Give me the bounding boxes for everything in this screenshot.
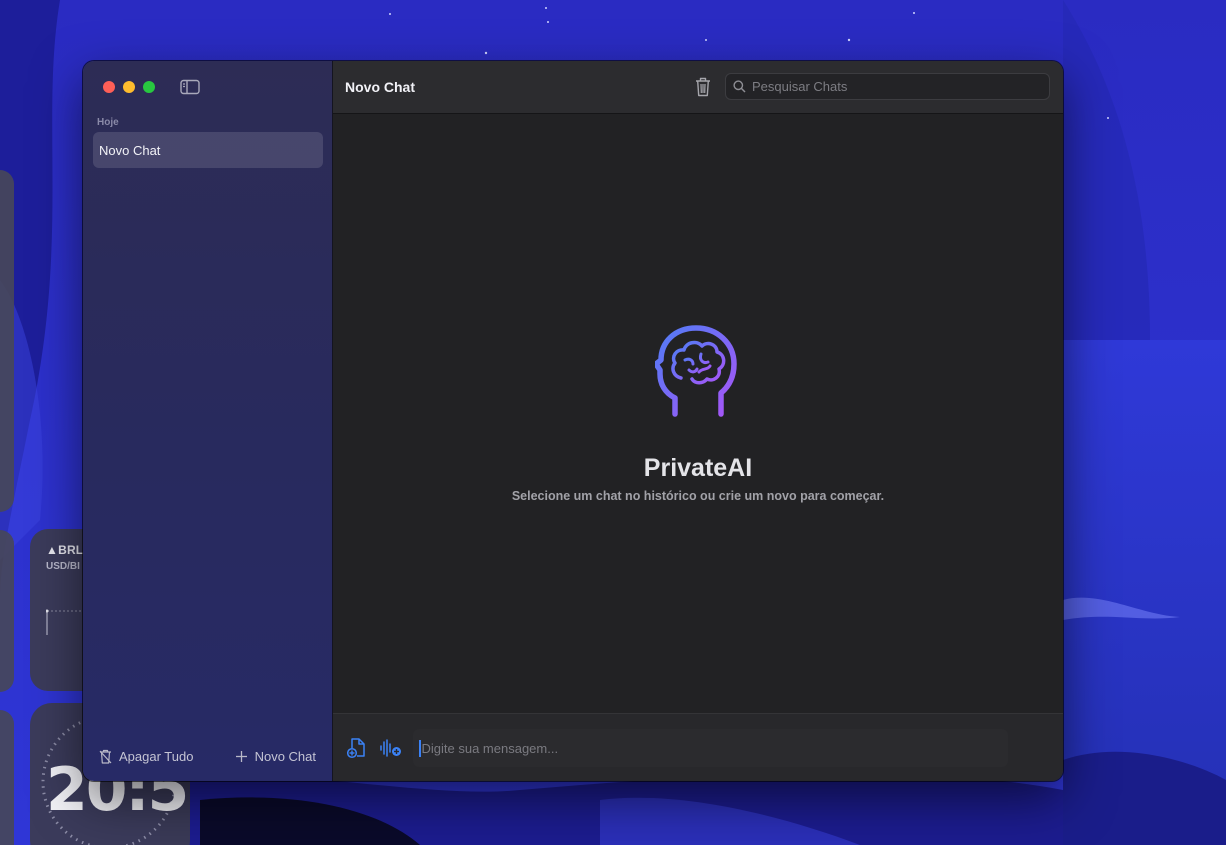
chat-list-item[interactable]: Novo Chat	[93, 132, 323, 168]
message-input[interactable]	[421, 740, 982, 756]
delete-chat-icon[interactable]	[694, 76, 712, 98]
sidebar-toggle-icon[interactable]	[180, 79, 200, 95]
empty-state: PrivateAI Selecione um chat no histórico…	[333, 114, 1063, 713]
desktop-widget-edge	[0, 170, 14, 512]
desktop-widget-edge	[0, 710, 14, 845]
sidebar: Hoje Novo Chat Apagar Tudo Novo Chat	[83, 61, 333, 781]
search-icon	[733, 80, 746, 93]
window-controls	[103, 81, 155, 93]
new-chat-button[interactable]: Novo Chat	[235, 749, 316, 764]
attach-document-icon[interactable]	[347, 737, 367, 759]
sidebar-footer: Apagar Tudo Novo Chat	[83, 745, 332, 767]
search-input[interactable]	[752, 79, 1032, 94]
brain-head-icon	[655, 325, 737, 417]
delete-all-button[interactable]: Apagar Tudo	[99, 749, 193, 764]
text-caret	[419, 739, 421, 757]
zoom-window-button[interactable]	[143, 81, 155, 93]
minimize-window-button[interactable]	[123, 81, 135, 93]
chat-title: Novo Chat	[345, 79, 415, 95]
app-window: Hoje Novo Chat Apagar Tudo Novo Chat Nov…	[83, 61, 1063, 781]
plus-icon	[235, 750, 247, 762]
close-window-button[interactable]	[103, 81, 115, 93]
trash-slash-icon	[99, 749, 112, 764]
stock-sparkline	[46, 609, 86, 635]
desktop-widget-edge	[0, 530, 14, 692]
delete-all-label: Apagar Tudo	[119, 748, 194, 764]
new-chat-label: Novo Chat	[254, 748, 316, 764]
empty-state-subtitle: Selecione um chat no histórico ou crie u…	[511, 489, 885, 503]
app-name: PrivateAI	[643, 454, 753, 482]
message-field[interactable]	[413, 729, 1008, 767]
main-panel: Novo Chat Pesquisar Chats PrivateAI Sele…	[333, 61, 1063, 781]
chat-item-label: Novo Chat	[99, 143, 161, 158]
toolbar: Novo Chat	[333, 61, 1063, 114]
add-audio-icon[interactable]	[380, 739, 402, 757]
message-composer	[333, 713, 1063, 781]
search-field[interactable]	[725, 73, 1050, 100]
section-label-today: Hoje	[97, 117, 119, 128]
